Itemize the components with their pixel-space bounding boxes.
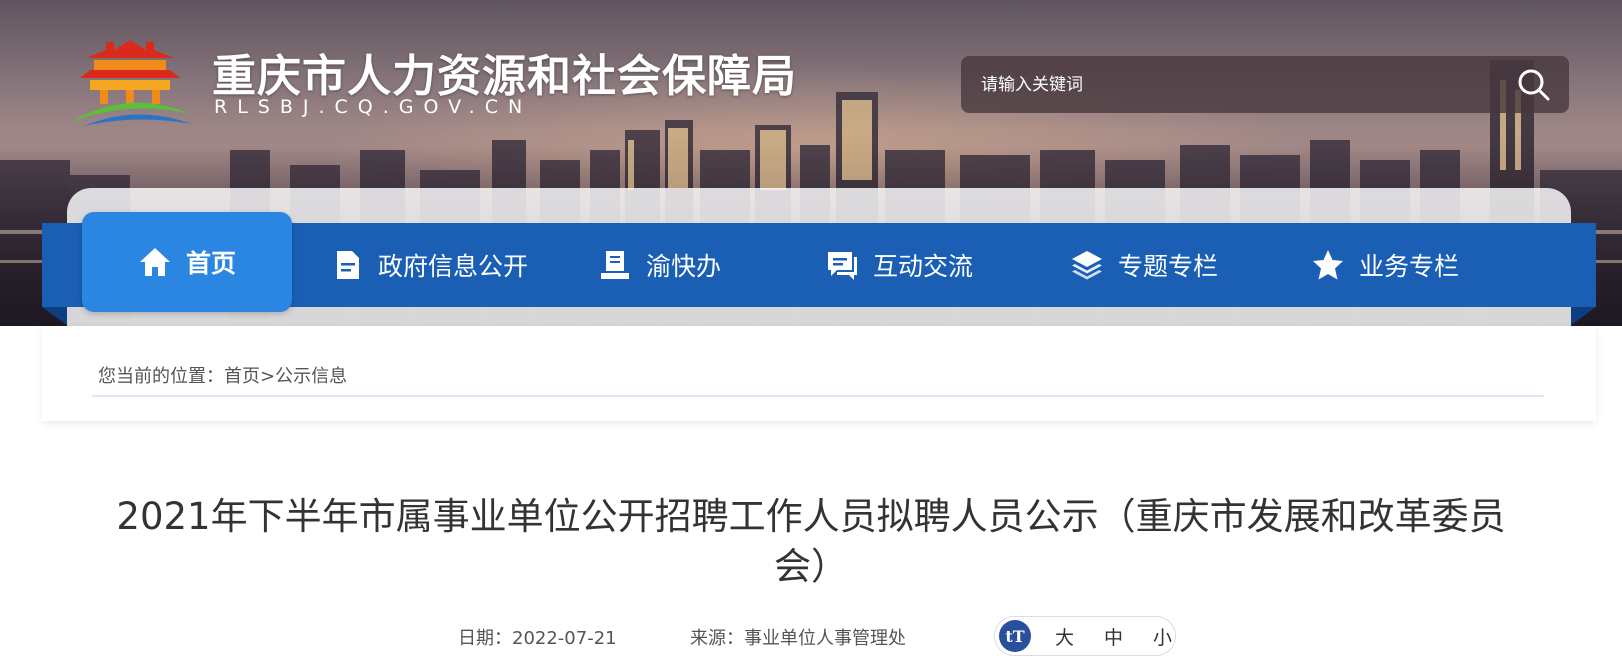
breadcrumb-separator: >: [260, 366, 276, 387]
article-date: 日期：2022-07-21: [458, 624, 617, 650]
nav-item-label: 业务专栏: [1359, 252, 1460, 281]
site-title: 重庆市人力资源和社会保障局: [212, 51, 797, 102]
breadcrumb-divider: [92, 395, 1544, 397]
nav-fold-right: [1571, 307, 1596, 325]
document-icon: [337, 251, 359, 279]
font-size-icon: tT: [999, 620, 1031, 652]
nav-item-business-column[interactable]: 业务专栏: [1311, 223, 1459, 307]
article-title: 2021年下半年市属事业单位公开招聘工作人员拟聘人员公示（重庆市发展和改革委员会…: [116, 495, 1506, 588]
source-value: 事业单位人事管理处: [744, 628, 906, 649]
nav-item-special-topics[interactable]: 专题专栏: [1070, 223, 1218, 307]
search-icon[interactable]: [1517, 68, 1551, 102]
date-label: 日期：: [458, 628, 512, 649]
nav-item-label: 政府信息公开: [378, 252, 529, 281]
site-domain: RLSBJ.CQ.GOV.CN: [214, 96, 533, 118]
layers-icon: [1072, 251, 1102, 280]
home-icon: [139, 248, 170, 276]
date-value: 2022-07-21: [512, 628, 617, 649]
nav-fold-left: [42, 307, 67, 325]
nav-item-home[interactable]: 首页: [82, 212, 292, 312]
nav-item-label: 渝快办: [646, 252, 722, 281]
nav-item-label: 专题专栏: [1118, 252, 1219, 281]
font-size-switcher: tT 大 中 小: [994, 616, 1176, 656]
chat-icon: [828, 252, 857, 280]
font-size-small-button[interactable]: 小: [1153, 623, 1172, 650]
nav-item-interaction[interactable]: 互动交流: [825, 223, 973, 307]
nav-item-government-info[interactable]: 政府信息公开: [330, 223, 528, 307]
breadcrumb-home-link[interactable]: 首页: [224, 366, 260, 387]
nav-item-label: 首页: [185, 249, 236, 278]
search-box: [961, 56, 1569, 113]
nav-item-yu-kuai-ban[interactable]: 渝快办: [598, 223, 721, 307]
star-icon: [1313, 250, 1343, 280]
source-label: 来源：: [690, 628, 744, 649]
font-size-large-button[interactable]: 大: [1055, 623, 1074, 650]
breadcrumb-prefix: 您当前的位置：: [98, 366, 224, 387]
nav-item-label: 互动交流: [873, 252, 974, 281]
font-size-medium-button[interactable]: 中: [1104, 623, 1123, 650]
breadcrumb: 您当前的位置：首页>公示信息: [98, 362, 347, 388]
breadcrumb-current-link[interactable]: 公示信息: [275, 366, 347, 387]
search-input[interactable]: [961, 56, 1501, 113]
desk-service-icon: [601, 251, 629, 279]
article-source: 来源：事业单位人事管理处: [690, 624, 906, 650]
temple-of-heaven-logo-icon: [70, 40, 192, 126]
